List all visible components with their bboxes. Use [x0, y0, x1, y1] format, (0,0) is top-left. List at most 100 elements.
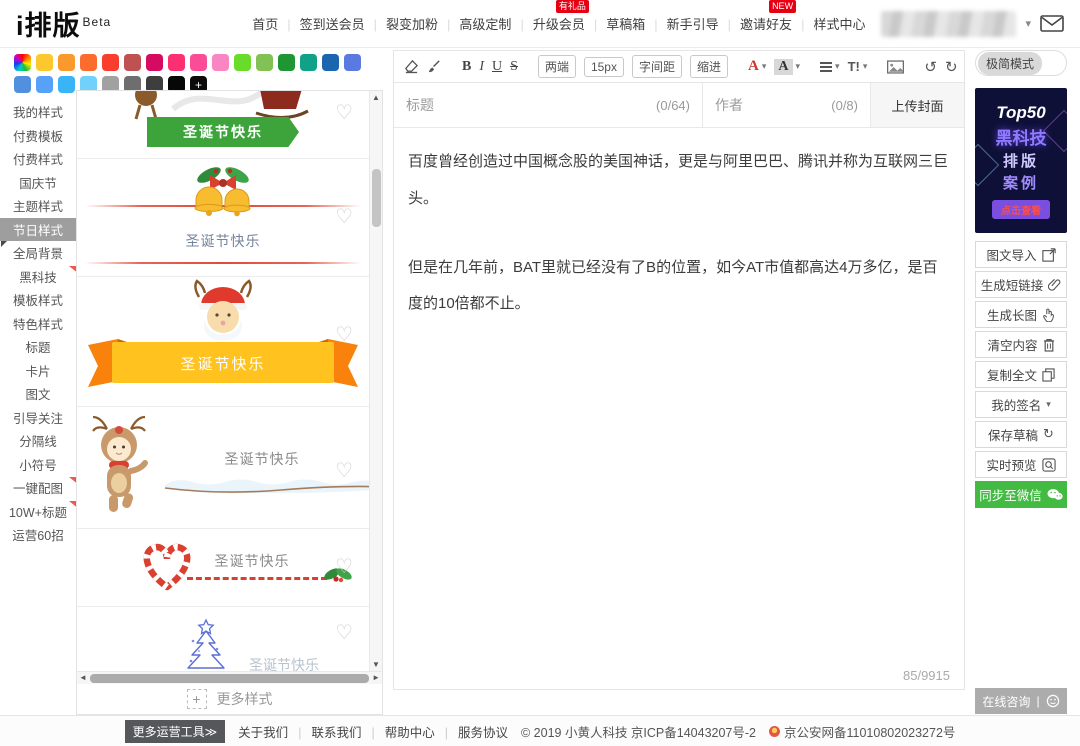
strikethrough-button[interactable]: S [510, 59, 518, 75]
sidebar-category[interactable]: 图文 [0, 382, 76, 406]
sidebar-category[interactable]: 付费模板 [0, 124, 76, 148]
favorite-heart-icon[interactable]: ♡ [335, 325, 353, 345]
live-preview-button[interactable]: 实时预览 [975, 451, 1067, 478]
scroll-right-arrow[interactable]: ► [372, 673, 380, 682]
redo-button[interactable]: ↻ [945, 58, 958, 76]
color-swatch[interactable] [344, 54, 361, 71]
nav-link[interactable]: 裂变加粉 [365, 14, 438, 33]
indent-button[interactable]: 缩进 [690, 55, 728, 78]
color-swatch[interactable] [14, 54, 31, 71]
nav-link[interactable]: 样式中心 [792, 14, 865, 33]
author-input[interactable]: 作者 (0/8) [703, 83, 871, 127]
underline-button[interactable]: U [492, 59, 502, 75]
highlight-color-button[interactable]: A▾ [774, 59, 800, 75]
footer-link[interactable]: 帮助中心 [361, 722, 434, 741]
sidebar-category[interactable]: 我的样式 [0, 100, 76, 124]
footer-link[interactable]: 关于我们 [238, 722, 288, 741]
color-swatch[interactable] [190, 54, 207, 71]
minimal-mode-toggle[interactable]: 极简模式 [975, 50, 1067, 76]
favorite-heart-icon[interactable]: ♡ [335, 623, 353, 643]
favorite-heart-icon[interactable]: ♡ [335, 557, 353, 577]
horizontal-scroll-thumb[interactable] [90, 674, 369, 683]
sidebar-category[interactable]: 特色样式 [0, 312, 76, 336]
app-logo[interactable]: i排版Beta [16, 4, 111, 43]
format-painter-button[interactable] [427, 59, 442, 74]
more-styles-button[interactable]: + 更多样式 [77, 684, 382, 714]
clear-content-button[interactable]: 清空内容 [975, 331, 1067, 358]
undo-button[interactable]: ↺ [924, 58, 937, 76]
long-image-button[interactable]: 生成长图 [975, 301, 1067, 328]
color-swatch[interactable] [124, 54, 141, 71]
sidebar-category[interactable]: 分隔线 [0, 429, 76, 453]
line-height-button[interactable]: T!▾ [848, 59, 868, 74]
sidebar-category[interactable]: 模板样式 [0, 288, 76, 312]
sidebar-category[interactable]: 标题 [0, 335, 76, 359]
italic-button[interactable]: I [479, 59, 484, 75]
scroll-down-arrow[interactable]: ▼ [370, 660, 382, 669]
nav-link[interactable]: 高级定制 [438, 14, 511, 33]
nav-link[interactable]: NEW邀请好友 [719, 14, 792, 33]
sidebar-category[interactable]: 引导关注 [0, 406, 76, 430]
sidebar-category[interactable]: 主题样式 [0, 194, 76, 218]
justify-button[interactable]: 两端 [538, 55, 576, 78]
sidebar-category[interactable]: 一键配图 [0, 476, 76, 500]
sidebar-category[interactable]: 运营60招 [0, 523, 76, 547]
more-tools-button[interactable]: 更多运营工具≫ [125, 720, 226, 743]
favorite-heart-icon[interactable]: ♡ [335, 207, 353, 227]
sidebar-category[interactable]: 卡片 [0, 359, 76, 383]
nav-link[interactable]: 有礼品升级会员 [511, 14, 584, 33]
footer-link[interactable]: 联系我们 [288, 722, 361, 741]
nav-link[interactable]: 签到送会员 [278, 14, 364, 33]
style-card-reindeer-kid[interactable]: 圣诞节快乐 ♡ [77, 407, 369, 529]
bold-button[interactable]: B [462, 59, 471, 75]
color-swatch[interactable] [80, 54, 97, 71]
style-card-blue-tree[interactable]: 圣诞节快乐 ♡ [77, 607, 369, 671]
article-editor-area[interactable]: 百度曾经创造过中国概念股的美国神话，更是与阿里巴巴、腾讯并称为互联网三巨头。 但… [394, 128, 964, 689]
upload-cover-button[interactable]: 上传封面 [871, 83, 964, 127]
short-link-button[interactable]: 生成短链接 [975, 271, 1067, 298]
vertical-scrollbar[interactable]: ▲ ▼ [369, 91, 382, 671]
footer-link[interactable]: 服务协议 [435, 722, 508, 741]
letter-spacing-button[interactable]: 字间距 [632, 55, 682, 78]
import-article-button[interactable]: 图文导入 [975, 241, 1067, 268]
color-swatch[interactable] [14, 76, 31, 93]
style-card-santa-sleigh[interactable]: 圣诞节快乐 ♡ [77, 91, 369, 159]
sidebar-category[interactable]: 小符号 [0, 453, 76, 477]
favorite-heart-icon[interactable]: ♡ [335, 103, 353, 123]
title-input[interactable]: 标题 (0/64) [394, 83, 703, 127]
color-swatch[interactable] [36, 54, 53, 71]
color-swatch[interactable] [278, 54, 295, 71]
my-signature-button[interactable]: 我的签名 ▾ [975, 391, 1067, 418]
nav-link[interactable]: 首页 [252, 14, 278, 33]
font-color-button[interactable]: A▾ [748, 58, 766, 75]
vertical-scroll-thumb[interactable] [372, 169, 381, 227]
color-swatch[interactable] [168, 54, 185, 71]
scroll-left-arrow[interactable]: ◄ [79, 673, 87, 682]
color-swatch[interactable] [300, 54, 317, 71]
horizontal-scrollbar[interactable]: ◄ ► [77, 671, 382, 684]
online-consult-button[interactable]: 在线咨询 | [975, 688, 1067, 714]
user-account-blurred[interactable] [881, 11, 1016, 37]
color-swatch[interactable] [58, 54, 75, 71]
color-swatch[interactable] [256, 54, 273, 71]
color-swatch[interactable] [322, 54, 339, 71]
sidebar-category[interactable]: 付费样式 [0, 147, 76, 171]
color-swatch[interactable] [234, 54, 251, 71]
list-button[interactable]: ▾ [820, 62, 840, 72]
insert-image-button[interactable] [887, 60, 904, 74]
scroll-up-arrow[interactable]: ▲ [370, 93, 382, 102]
sidebar-category[interactable]: 黑科技 [0, 265, 76, 289]
copy-all-button[interactable]: 复制全文 [975, 361, 1067, 388]
mail-button[interactable] [1040, 15, 1064, 32]
style-card-candy-heart[interactable]: 圣诞节快乐 ♡ [77, 529, 369, 607]
clear-format-button[interactable] [404, 59, 419, 74]
color-swatch[interactable] [36, 76, 53, 93]
sidebar-category[interactable]: 国庆节 [0, 171, 76, 195]
style-card-santa-banner[interactable]: 圣诞节快乐 ♡ [77, 277, 369, 407]
nav-link[interactable]: 草稿箱 [585, 14, 645, 33]
color-swatch[interactable] [102, 54, 119, 71]
ad-cta-button[interactable]: 点击查看 [992, 200, 1050, 219]
color-swatch[interactable] [212, 54, 229, 71]
account-dropdown-caret[interactable]: ▾ [1025, 17, 1031, 30]
color-swatch[interactable] [58, 76, 75, 93]
